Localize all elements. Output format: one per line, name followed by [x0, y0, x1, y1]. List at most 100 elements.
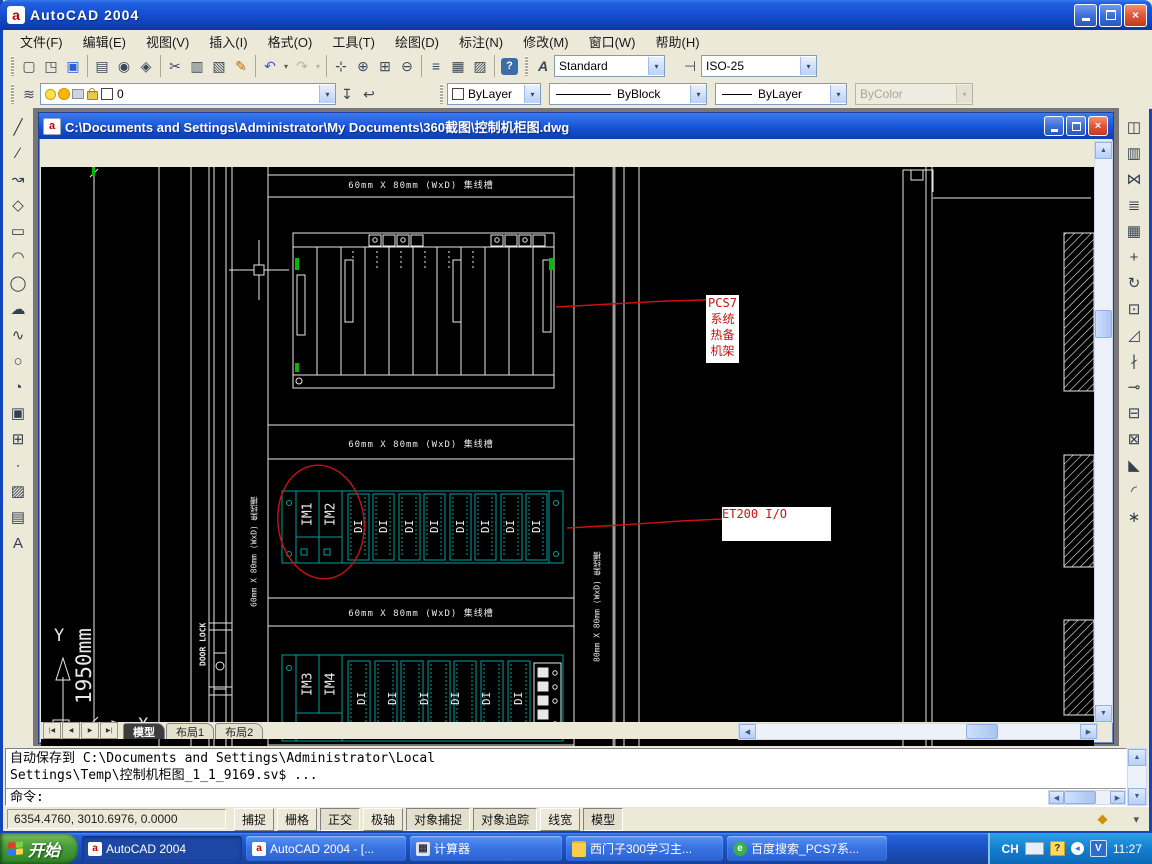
help-tray-icon[interactable]: ? — [1050, 841, 1065, 856]
command-prompt[interactable]: 命令: — [6, 789, 1126, 807]
task-calculator[interactable]: ▦ 计算器 — [410, 836, 562, 861]
toolbar-grip[interactable] — [11, 84, 14, 104]
extend-icon[interactable]: ⊸ — [1122, 374, 1146, 400]
ellipse-icon[interactable]: ○ — [6, 348, 30, 374]
erase-icon[interactable]: ◫ — [1122, 114, 1146, 140]
menu-window[interactable]: 窗口(W) — [580, 29, 645, 54]
layer-previous-icon[interactable]: ↩ — [358, 83, 380, 105]
copy-object-icon[interactable]: ▥ — [1122, 140, 1146, 166]
properties-icon[interactable]: ≡ — [425, 55, 447, 77]
status-menu-arrow-icon[interactable]: ▾ — [1133, 813, 1139, 826]
text-icon[interactable]: A — [6, 530, 30, 556]
scroll-up-icon[interactable]: ▲ — [1128, 749, 1146, 766]
antivirus-tray-icon[interactable]: V — [1090, 840, 1107, 857]
scroll-down-icon[interactable]: ▼ — [1095, 705, 1112, 722]
canvas-vertical-scrollbar[interactable]: ▲ ▼ — [1094, 141, 1113, 723]
text-style-combo[interactable]: Standard ▾ — [554, 55, 665, 77]
dwg-close-button[interactable]: × — [1088, 116, 1108, 136]
module-label-di[interactable]: DI — [371, 495, 396, 557]
drawing-canvas[interactable]: 60mm X 80mm (WxD) 集线槽 60mm X 80mm (WxD) … — [41, 167, 1094, 747]
module-label-di[interactable]: DI — [498, 495, 523, 557]
tool-palettes-icon[interactable]: ▨ — [469, 55, 491, 77]
language-indicator[interactable]: CH — [1002, 842, 1019, 856]
close-button[interactable]: × — [1124, 4, 1147, 27]
start-button[interactable]: 开始 — [0, 833, 78, 864]
chevron-down-icon[interactable]: ▾ — [524, 85, 540, 103]
command-vertical-scrollbar[interactable]: ▲ ▼ — [1127, 748, 1147, 806]
module-label-di[interactable]: DI — [448, 495, 473, 557]
circle-icon[interactable]: ◯ — [6, 270, 30, 296]
line-icon[interactable]: ╱ — [6, 114, 30, 140]
toggle-polar[interactable]: 极轴 — [363, 808, 403, 831]
open-icon[interactable]: ◳ — [40, 55, 62, 77]
explode-icon[interactable]: ∗ — [1122, 504, 1146, 530]
rotate-icon[interactable]: ↻ — [1122, 270, 1146, 296]
stretch-icon[interactable]: ◿ — [1122, 322, 1146, 348]
dim-style-icon[interactable]: ⊣ — [679, 55, 701, 77]
trim-icon[interactable]: ∤ — [1122, 348, 1146, 374]
designcenter-icon[interactable]: ▦ — [447, 55, 469, 77]
toggle-ortho[interactable]: 正交 — [320, 808, 360, 831]
undo-dropdown-icon[interactable]: ▾ — [281, 55, 291, 77]
tab-model[interactable]: 模型 — [123, 723, 165, 739]
break-icon[interactable]: ⊠ — [1122, 426, 1146, 452]
minimize-button[interactable] — [1074, 4, 1097, 27]
polygon-icon[interactable]: ◇ — [6, 192, 30, 218]
tab-nav-last[interactable]: ▶| — [100, 722, 118, 739]
chamfer-icon[interactable]: ◣ — [1122, 452, 1146, 478]
redo-dropdown-icon[interactable]: ▾ — [313, 55, 323, 77]
canvas-horizontal-scrollbar[interactable]: ◀ ▶ — [738, 723, 1098, 740]
toolbar-grip[interactable] — [525, 56, 528, 76]
mirror-icon[interactable]: ⋈ — [1122, 166, 1146, 192]
tab-nav-next[interactable]: ▶ — [81, 722, 99, 739]
break-point-icon[interactable]: ⊟ — [1122, 400, 1146, 426]
plot-icon[interactable]: ▤ — [91, 55, 113, 77]
scroll-left-icon[interactable]: ◀ — [1049, 791, 1064, 804]
menu-tools[interactable]: 工具(T) — [323, 29, 384, 54]
match-properties-icon[interactable]: ✎ — [230, 55, 252, 77]
tab-layout2[interactable]: 布局2 — [215, 723, 263, 739]
new-icon[interactable]: ▢ — [18, 55, 40, 77]
construction-line-icon[interactable]: ∕ — [6, 140, 30, 166]
linetype-combo[interactable]: ByBlock ▾ — [549, 83, 707, 105]
point-icon[interactable]: ∙ — [6, 452, 30, 478]
chevron-down-icon[interactable]: ▾ — [800, 57, 816, 75]
menu-view[interactable]: 视图(V) — [137, 29, 198, 54]
chevron-down-icon[interactable]: ▾ — [319, 85, 335, 103]
move-icon[interactable]: + — [1122, 244, 1146, 270]
menu-draw[interactable]: 绘图(D) — [386, 29, 448, 54]
module-label-di[interactable]: DI — [524, 495, 549, 557]
toggle-lineweight[interactable]: 线宽 — [540, 808, 580, 831]
toggle-snap[interactable]: 捕捉 — [234, 808, 274, 831]
menu-help[interactable]: 帮助(H) — [647, 29, 709, 54]
communication-center-icon[interactable]: ◆ — [1097, 811, 1107, 827]
text-style-icon[interactable]: A — [532, 55, 554, 77]
dim-style-combo[interactable]: ISO-25 ▾ — [701, 55, 817, 77]
scroll-down-icon[interactable]: ▼ — [1128, 788, 1146, 805]
zoom-previous-icon[interactable]: ⊖ — [396, 55, 418, 77]
task-baidu-search[interactable]: e 百度搜索_PCS7系... — [727, 836, 887, 861]
polyline-icon[interactable]: ↝ — [6, 166, 30, 192]
redo-icon[interactable]: ↷ — [291, 55, 313, 77]
toolbar-grip[interactable] — [440, 84, 443, 104]
save-icon[interactable]: ▣ — [62, 55, 84, 77]
menu-insert[interactable]: 插入(I) — [200, 29, 256, 54]
toggle-model[interactable]: 模型 — [583, 808, 623, 831]
chevron-down-icon[interactable]: ▾ — [648, 57, 664, 75]
paste-icon[interactable]: ▧ — [208, 55, 230, 77]
menu-edit[interactable]: 编辑(E) — [74, 29, 135, 54]
offset-icon[interactable]: ≣ — [1122, 192, 1146, 218]
make-object-layer-current-icon[interactable]: ↧ — [336, 83, 358, 105]
module-label-di[interactable]: DI — [422, 495, 447, 557]
task-folder-siemens[interactable]: 西门子300学习主... — [566, 836, 723, 861]
scroll-up-icon[interactable]: ▲ — [1095, 142, 1112, 159]
fillet-icon[interactable]: ◜ — [1122, 478, 1146, 504]
array-icon[interactable]: ▦ — [1122, 218, 1146, 244]
pan-icon[interactable]: ⊹ — [330, 55, 352, 77]
undo-icon[interactable]: ↶ — [259, 55, 281, 77]
dwg-minimize-button[interactable] — [1044, 116, 1064, 136]
module-label-di[interactable]: DI — [346, 495, 371, 557]
cut-icon[interactable]: ✂ — [164, 55, 186, 77]
vertical-scroll-thumb[interactable] — [1095, 310, 1112, 338]
rectangle-icon[interactable]: ▭ — [6, 218, 30, 244]
